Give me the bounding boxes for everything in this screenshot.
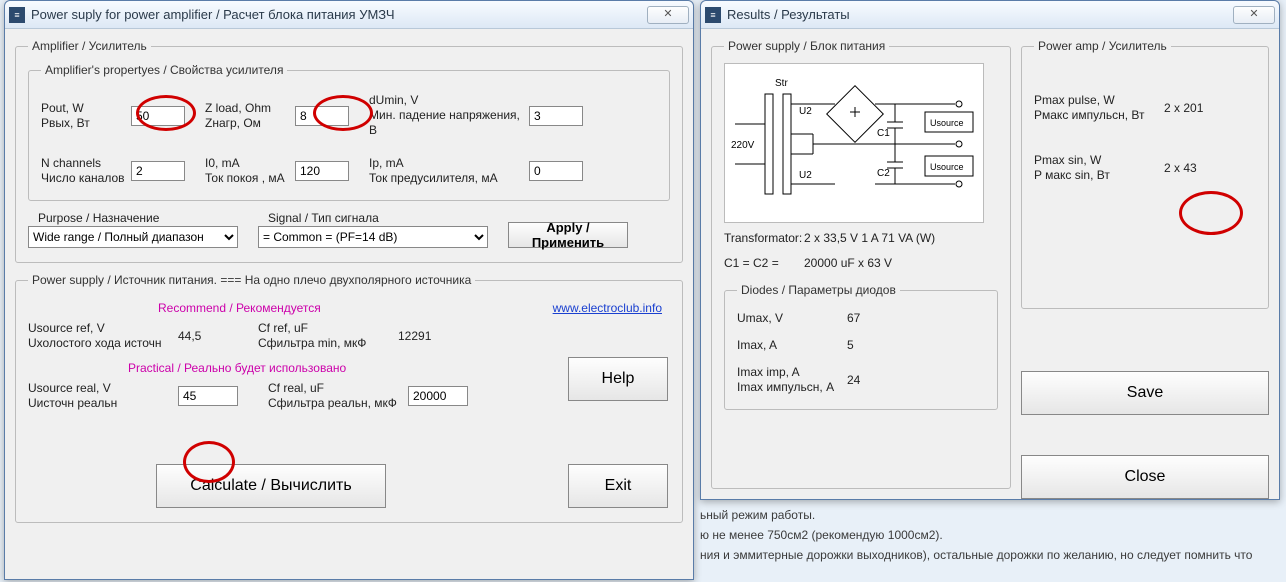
svg-text:U2: U2 [799,170,812,181]
apply-button[interactable]: Apply / Применить [508,222,628,248]
i0-input[interactable] [295,161,349,181]
svg-text:Usource: Usource [930,162,964,172]
window-power-supply: ≡ Power suply for power amplifier / Расч… [4,0,694,580]
pmax-pulse-label: Pmax pulse, WPмакс импульсн, Вт [1034,93,1164,123]
svg-text:Usource: Usource [930,118,964,128]
power-supply-group: Power supply / Источник питания. === На … [15,273,683,523]
ps-results-group: Power supply / Блок питания [711,39,1011,489]
svg-text:C2: C2 [877,168,890,179]
usource-real-input[interactable] [178,386,238,406]
imax-imp-value: 24 [847,373,860,388]
bg-text: ьный режим работы. [700,508,815,522]
pmax-sin-value: 2 x 43 [1164,161,1197,176]
dumin-label: dUmin, VМин. падение напряжения, В [369,93,529,138]
bg-text: ю не менее 750см2 (рекомендую 1000см2). [700,528,943,542]
zload-label: Z load, OhmZнагр, Ом [205,101,295,131]
signal-label: Signal / Тип сигнала [268,211,488,226]
schematic-diagram: Str 220V U2 U2 C1 C2 Usource Usource [724,63,984,223]
window-title: Power suply for power amplifier / Расчет… [31,7,647,22]
imax-imp-label: Imax imp, AImax импульсн, А [737,365,847,395]
svg-text:C1: C1 [877,128,890,139]
close-icon[interactable]: ✕ [647,6,689,24]
properties-legend: Amplifier's propertyes / Свойства усилит… [41,63,287,77]
capacitors-label: C1 = C2 = [724,256,804,271]
transformator-value: 2 x 33,5 V 1 A 71 VA (W) [804,231,935,246]
cfref-label: Cf ref, uFCфильтра min, мкФ [258,321,398,351]
window-title: Results / Результаты [727,7,1233,22]
signal-select[interactable]: = Common = (PF=14 dB) [258,226,488,248]
diodes-legend: Diodes / Параметры диодов [737,283,900,297]
close-button[interactable]: Close [1021,455,1269,499]
help-button[interactable]: Help [568,357,668,401]
svg-text:U2: U2 [799,106,812,117]
close-icon[interactable]: ✕ [1233,6,1275,24]
ps-legend: Power supply / Источник питания. === На … [28,273,475,287]
zload-input[interactable] [295,106,349,126]
bg-text: ния и эммитерные дорожки выходников), ос… [700,548,1252,562]
calculate-button[interactable]: Calculate / Вычислить [156,464,386,508]
ip-label: Ip, mAТок предусилителя, мА [369,156,529,186]
umax-value: 67 [847,311,860,326]
nchannels-input[interactable] [131,161,185,181]
diodes-group: Diodes / Параметры диодов Umax, V 67 Ima… [724,283,998,410]
transformator-label: Transformator: [724,231,804,246]
titlebar[interactable]: ≡ Results / Результаты ✕ [701,1,1279,29]
window-results: ≡ Results / Результаты ✕ Power supply / … [700,0,1280,500]
umax-label: Umax, V [737,311,847,326]
usource-real-label: Usource real, VUисточн реальн [28,381,178,411]
cfreal-input[interactable] [408,386,468,406]
imax-label: Imax, A [737,338,847,353]
titlebar[interactable]: ≡ Power suply for power amplifier / Расч… [5,1,693,29]
pmax-sin-label: Pmax sin, WP макс sin, Вт [1034,153,1164,183]
power-amp-legend: Power amp / Усилитель [1034,39,1171,53]
save-button[interactable]: Save [1021,371,1269,415]
imax-value: 5 [847,338,854,353]
electroclub-link[interactable]: www.electroclub.info [553,301,662,315]
svg-text:Str: Str [775,78,788,89]
ip-input[interactable] [529,161,583,181]
purpose-label: Purpose / Назначение [38,211,238,226]
usource-ref-value: 44,5 [178,329,258,344]
cfreal-label: Cf real, uFCфильтра реальн, мкФ [268,381,408,411]
amplifier-group: Amplifier / Усилитель Amplifier's proper… [15,39,683,263]
capacitors-value: 20000 uF x 63 V [804,256,892,271]
properties-group: Amplifier's propertyes / Свойства усилит… [28,63,670,201]
purpose-select[interactable]: Wide range / Полный диапазон [28,226,238,248]
power-amp-group: Power amp / Усилитель Pmax pulse, WPмакс… [1021,39,1269,309]
pout-input[interactable] [131,106,185,126]
nchannels-label: N channelsЧисло каналов [41,156,131,186]
svg-text:220V: 220V [731,140,755,151]
exit-button[interactable]: Exit [568,464,668,508]
pmax-pulse-value: 2 x 201 [1164,101,1203,116]
app-icon: ≡ [9,7,25,23]
app-icon: ≡ [705,7,721,23]
dumin-input[interactable] [529,106,583,126]
usource-ref-label: Usource ref, VUхолостого хода источн [28,321,178,351]
ps-results-legend: Power supply / Блок питания [724,39,889,53]
i0-label: I0, mAТок покоя , мА [205,156,295,186]
amplifier-legend: Amplifier / Усилитель [28,39,151,53]
pout-label: Pout, WPвых, Вт [41,101,131,131]
cfref-value: 12291 [398,329,458,344]
